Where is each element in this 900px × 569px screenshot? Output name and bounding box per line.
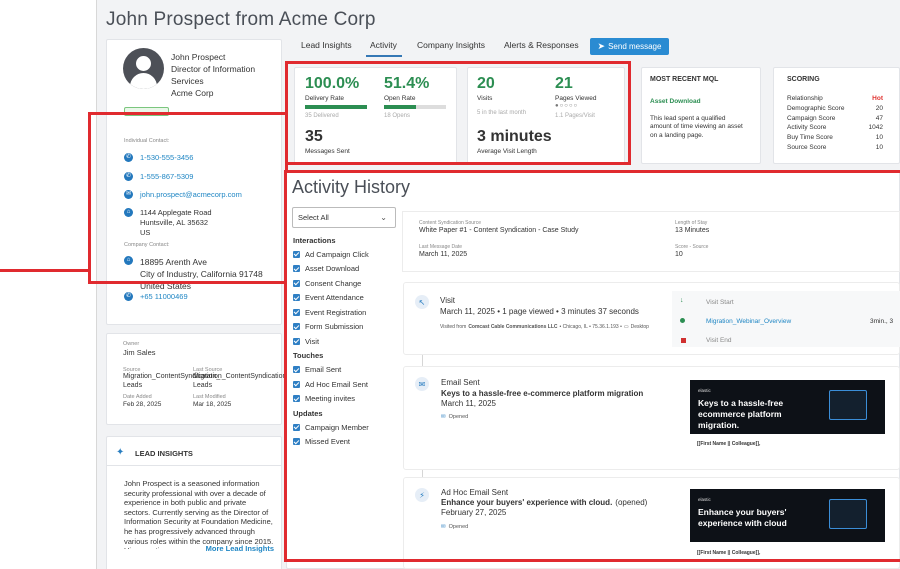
profile-header: John Prospect Director of Information Se… [171, 51, 271, 99]
page-title: John Prospect from Acme Corp [106, 9, 376, 30]
profile-company: Acme Corp [171, 88, 214, 98]
lead-insights-text: John Prospect is a seasoned information … [124, 479, 274, 549]
scoring-table: Relationship Hot Demographic Score 20 Camp… [787, 95, 883, 154]
phone-icon: ✆ [124, 292, 133, 301]
left-blank-area [0, 0, 96, 569]
company-phone[interactable]: +65 11000469 [140, 292, 188, 301]
tab-company-insights[interactable]: Company Insights [417, 40, 485, 50]
owner-value: Jim Sales [123, 348, 156, 357]
profile-name: John Prospect [171, 52, 226, 62]
sparkle-icon: ✦ [116, 447, 125, 458]
score-row: Activity Score 1042 [787, 124, 883, 132]
divider [106, 465, 282, 466]
tab-alerts-responses[interactable]: Alerts & Responses [504, 40, 579, 50]
highlight-connector [0, 269, 90, 272]
avatar [123, 48, 164, 89]
lead-insights-title: LEAD INSIGHTS [135, 449, 193, 458]
active-tab-indicator [366, 55, 402, 57]
relationship-hot: Hot [872, 95, 883, 102]
source-value: Migration_ContentSyndication_ Leads [123, 373, 221, 389]
score-row: Demographic Score 20 [787, 104, 883, 112]
highlight-contact [88, 112, 288, 284]
owner-label: Owner [123, 341, 140, 347]
profile-job-title: Director of Information Services [171, 64, 256, 86]
send-message-label: Send message [608, 42, 662, 51]
tab-lead-insights[interactable]: Lead Insights [301, 40, 352, 50]
more-lead-insights-link[interactable]: More Lead Insights [124, 544, 274, 554]
send-message-button[interactable]: ➤ Send message [590, 38, 669, 55]
highlight-activity [284, 170, 900, 562]
last-source-value: Migration_ContentSyndication_ Leads [193, 373, 291, 389]
tab-activity[interactable]: Activity [370, 40, 397, 50]
date-added-value: Feb 28, 2025 [123, 401, 162, 408]
score-row: Campaign Score 47 [787, 114, 883, 122]
last-modified-label: Last Modified [193, 394, 226, 400]
mql-name: Asset Download [650, 98, 701, 105]
date-added-label: Date Added [123, 394, 152, 400]
score-row: Relationship Hot [787, 95, 883, 105]
scoring-title: SCORING [787, 76, 820, 83]
mql-description: This lead spent a qualified amount of ti… [650, 115, 743, 139]
mql-title: MOST RECENT MQL [650, 76, 719, 83]
company-phone-row[interactable]: ✆ +65 11000469 [124, 292, 188, 301]
score-row: Source Score 10 [787, 143, 883, 151]
score-row: Buy Time Score 10 [787, 134, 883, 142]
highlight-stats [285, 61, 631, 165]
send-icon: ➤ [597, 41, 606, 51]
last-modified-value: Mar 18, 2025 [193, 401, 232, 408]
